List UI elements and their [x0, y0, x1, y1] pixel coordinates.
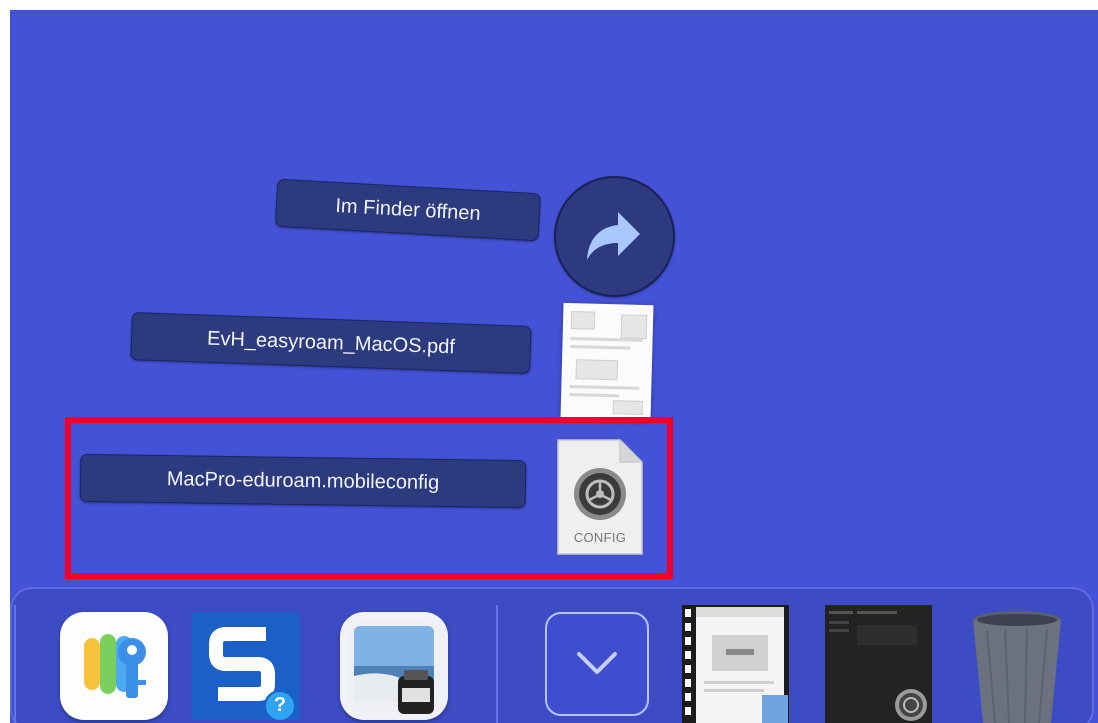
- downloads-stack-button[interactable]: [545, 612, 649, 716]
- stack-item-label[interactable]: EvH_easyroam_MacOS.pdf: [130, 312, 532, 374]
- preview-app-icon[interactable]: [340, 612, 448, 720]
- snagit-app-icon[interactable]: ?: [192, 612, 300, 720]
- arrow-forward-icon: [587, 212, 640, 260]
- passwords-app-icon[interactable]: [60, 612, 168, 720]
- help-badge: ?: [273, 694, 287, 716]
- window-thumbnail[interactable]: [682, 605, 789, 723]
- chevron-down-icon: [577, 652, 617, 674]
- window-thumbnail[interactable]: [825, 605, 932, 723]
- trash-icon[interactable]: [965, 608, 1070, 723]
- open-in-finder-label[interactable]: Im Finder öffnen: [274, 178, 542, 242]
- highlight-box: [65, 417, 673, 579]
- desktop: Im Finder öffnen EvH_easyroam_MacOS.pdf …: [10, 10, 1098, 723]
- dock-separator: [496, 605, 498, 723]
- open-in-finder-button[interactable]: [554, 176, 675, 297]
- pdf-file-icon[interactable]: [560, 302, 654, 422]
- dock-separator: [14, 605, 16, 723]
